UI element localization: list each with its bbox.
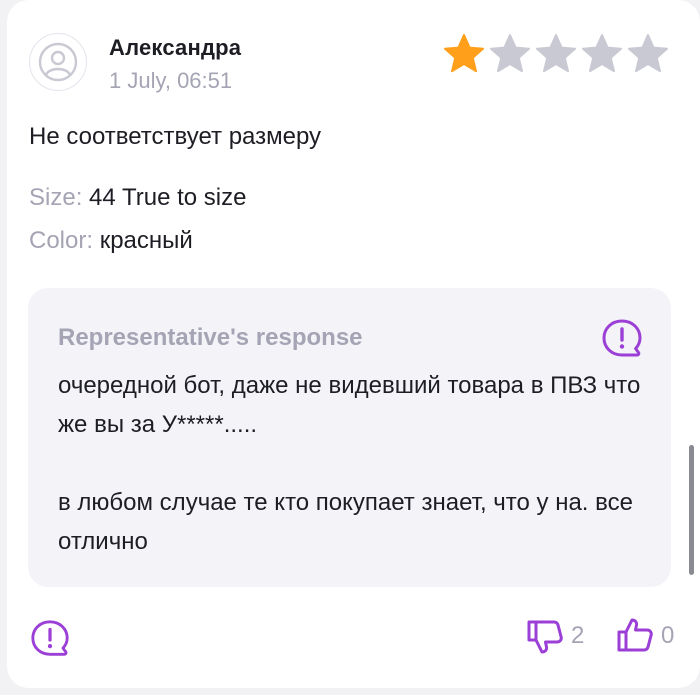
author-name: Александра — [109, 35, 242, 60]
response-paragraph-1: очередной бот, даже не видевший товара в… — [58, 372, 641, 438]
size-attribute: Size: 44 True to size — [29, 184, 246, 212]
response-text: очередной бот, даже не видевший товара в… — [58, 366, 648, 561]
star-empty-icon — [582, 34, 622, 73]
representative-response: Representative's response очередной бот,… — [28, 288, 671, 587]
dislike-count: 2 — [571, 622, 585, 649]
review-card: Александра 1 July, 06:51 Не соответствуе… — [7, 0, 700, 688]
like-button[interactable]: 0 — [615, 616, 674, 656]
review-text: Не соответствует размеру — [29, 123, 322, 150]
star-empty-icon — [490, 34, 530, 73]
star-filled-icon — [444, 34, 484, 73]
color-value: красный — [99, 227, 193, 254]
thumbs-down-icon — [527, 620, 563, 654]
response-title: Representative's response — [58, 324, 363, 351]
like-count: 0 — [661, 622, 675, 649]
review-date: 1 July, 06:51 — [109, 68, 233, 93]
dislike-button[interactable]: 2 — [525, 616, 584, 656]
star-empty-icon — [536, 34, 576, 73]
scrollbar[interactable] — [689, 445, 694, 575]
star-empty-icon — [628, 34, 668, 73]
exclamation-bubble-icon[interactable] — [29, 618, 71, 660]
size-value: 44 True to size — [89, 184, 247, 211]
color-label: Color: — [29, 227, 94, 254]
exclamation-bubble-icon[interactable] — [600, 317, 644, 361]
response-paragraph-2: в любом случае те кто покупает знает, чт… — [58, 489, 633, 555]
user-avatar-icon — [38, 42, 78, 82]
color-attribute: Color: красный — [29, 227, 193, 255]
avatar — [29, 33, 87, 91]
rating-stars — [442, 32, 670, 76]
thumbs-up-icon — [617, 618, 653, 652]
size-label: Size: — [29, 184, 83, 211]
